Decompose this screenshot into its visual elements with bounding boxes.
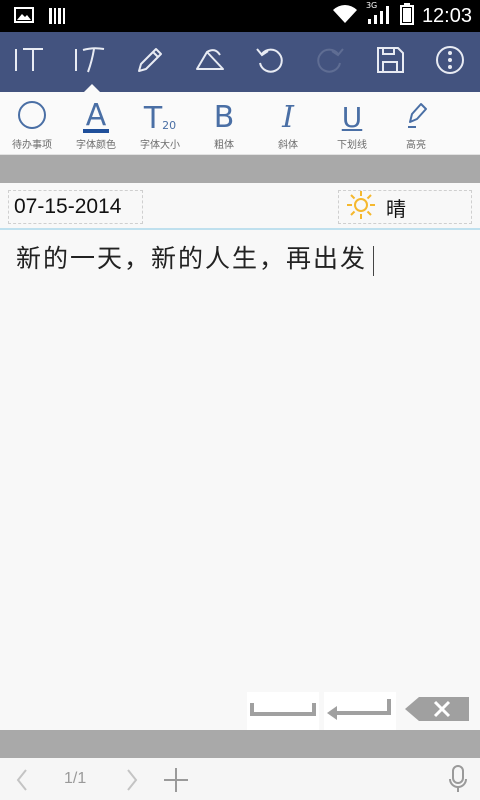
pen-icon — [133, 43, 167, 81]
enter-key[interactable] — [324, 692, 396, 730]
header-rule — [0, 228, 480, 230]
text-mode-button[interactable] — [0, 32, 60, 92]
signal-icon: 3G — [365, 1, 392, 29]
note-content[interactable]: 新的一天，新的人生，再出发 — [16, 239, 375, 276]
page-separator-bottom — [0, 730, 480, 758]
bold-button[interactable]: B 粗体 — [192, 98, 256, 154]
font-color-swatch — [83, 129, 109, 133]
barcode-notification-icon — [48, 7, 66, 29]
eraser-button[interactable] — [180, 32, 240, 92]
format-bar: 待办事项 A 字体颜色 T 20 字体大小 B 粗体 I 斜体 U 下划线 高亮 — [0, 92, 480, 155]
notes-app: 3G 12:03 待办事项 A 字体颜色 T 20 字体大小 B 粗体 I 斜体… — [0, 0, 480, 800]
wifi-icon — [332, 4, 358, 28]
add-page-icon[interactable] — [162, 766, 190, 798]
highlight-button[interactable]: 高亮 — [384, 98, 448, 154]
redo-icon — [313, 43, 347, 81]
font-color-label: 字体颜色 — [76, 140, 116, 151]
font-color-button[interactable]: A 字体颜色 — [64, 98, 128, 154]
underline-button[interactable]: U 下划线 — [320, 98, 384, 154]
microphone-icon[interactable] — [448, 764, 468, 798]
sun-icon — [346, 190, 376, 224]
bold-icon: B — [213, 99, 235, 135]
font-size-label: 字体大小 — [140, 140, 180, 151]
space-key[interactable] — [247, 692, 319, 730]
network-type-label: 3G — [365, 1, 378, 10]
status-bar: 3G 12:03 — [0, 0, 480, 32]
text-mode-icon — [13, 43, 47, 81]
next-page-icon[interactable] — [124, 768, 140, 796]
note-page[interactable]: 07-15-2014 晴 新的一天，新的人生，再出发 — [0, 183, 480, 730]
redo-button[interactable] — [300, 32, 360, 92]
italic-button[interactable]: I 斜体 — [256, 98, 320, 154]
save-icon — [373, 43, 407, 81]
underline-icon: U — [341, 100, 363, 134]
italic-label: 斜体 — [278, 140, 298, 151]
font-size-icon: T 20 — [144, 98, 176, 136]
italic-icon: I — [282, 99, 294, 135]
insert-button[interactable]: 插 — [448, 98, 480, 154]
bold-label: 粗体 — [214, 140, 234, 151]
enter-key-icon — [325, 697, 395, 725]
insert-icon — [465, 100, 480, 134]
bottom-bar: 1/1 — [0, 758, 480, 800]
handwriting-mode-icon — [73, 43, 107, 81]
circle-icon — [15, 98, 49, 136]
more-options-icon — [433, 43, 467, 81]
weather-field[interactable]: 晴 — [338, 190, 472, 224]
selected-mode-indicator — [84, 84, 100, 92]
font-size-button[interactable]: T 20 字体大小 — [128, 98, 192, 154]
eraser-icon — [193, 43, 227, 81]
font-size-glyph: T — [143, 101, 163, 136]
main-toolbar — [0, 32, 480, 92]
date-field[interactable]: 07-15-2014 — [8, 190, 143, 224]
highlight-icon — [402, 100, 430, 134]
note-content-text: 新的一天，新的人生，再出发 — [16, 244, 368, 273]
handwriting-mode-button[interactable] — [60, 32, 120, 92]
pen-button[interactable] — [120, 32, 180, 92]
save-button[interactable] — [360, 32, 420, 92]
todo-label: 待办事项 — [12, 140, 52, 151]
font-color-icon: A — [83, 98, 109, 136]
more-options-button[interactable] — [420, 32, 480, 92]
page-separator-top — [0, 155, 480, 183]
backspace-key-icon — [403, 695, 471, 727]
page-indicator: 1/1 — [64, 770, 87, 787]
todo-button[interactable]: 待办事项 — [0, 98, 64, 154]
prev-page-icon[interactable] — [14, 768, 30, 796]
highlight-label: 高亮 — [406, 140, 426, 151]
underline-label: 下划线 — [337, 140, 367, 151]
weather-text: 晴 — [386, 196, 406, 221]
insert-label: 插 — [467, 136, 480, 151]
font-size-value: 20 — [162, 119, 177, 132]
backspace-key[interactable] — [401, 692, 473, 730]
undo-button[interactable] — [240, 32, 300, 92]
clock: 12:03 — [421, 4, 472, 27]
image-notification-icon — [14, 7, 34, 29]
battery-icon — [399, 3, 414, 29]
undo-icon — [253, 43, 287, 81]
space-key-icon — [248, 699, 318, 723]
text-cursor — [373, 245, 375, 276]
font-color-glyph: A — [85, 98, 107, 133]
